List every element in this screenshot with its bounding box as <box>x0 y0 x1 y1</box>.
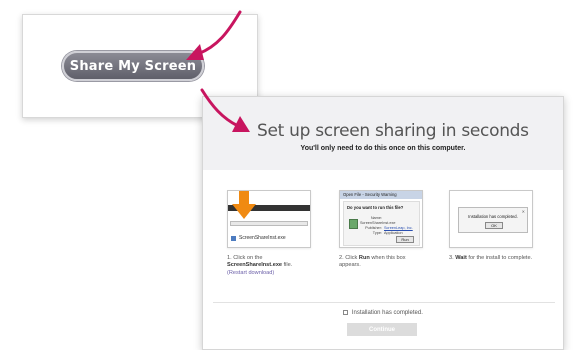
download-file-name: ScreenShareInst.exe <box>239 235 286 241</box>
ok-button: OK <box>485 222 503 229</box>
install-complete-message: Installation has completed. <box>468 214 518 219</box>
download-arrow-icon <box>232 191 256 219</box>
publisher-link: ScreenLeap, Inc. <box>384 226 413 230</box>
dialog-header: Set up screen sharing in seconds You'll … <box>203 97 563 170</box>
step-1-suffix: file. <box>283 262 293 269</box>
step-3-text: 3. Wait for the install to complete. <box>449 255 533 262</box>
step-3-suffix: for the install to complete. <box>468 255 533 261</box>
setup-dialog: Set up screen sharing in seconds You'll … <box>202 96 564 350</box>
install-complete-checkbox-label: Installation has completed. <box>351 310 423 316</box>
file-icon <box>231 236 236 241</box>
install-complete-checkbox[interactable] <box>343 310 349 315</box>
security-warning-titlebar: Open File - Security Warning <box>340 191 422 199</box>
file-details: Name:ScreenShareInst.exe Publisher: Scree… <box>360 216 419 236</box>
step-1-text: 1. Click on the ScreenShareInst.exe file… <box>227 255 311 277</box>
step-2-prefix: 2. Click <box>339 255 358 261</box>
step-2: Open File - Security Warning Do you want… <box>339 190 423 270</box>
restart-download-link[interactable]: (Restart download) <box>227 270 311 277</box>
run-button: Run <box>396 236 414 243</box>
dialog-title: Set up screen sharing in seconds <box>257 121 529 141</box>
install-complete-box: ✕ Installation has completed. OK <box>458 207 528 233</box>
step-3-bold: Wait <box>455 255 467 261</box>
detail-value: Application <box>384 231 403 235</box>
security-warning-body: Do you want to run this file? Name:Scree… <box>343 201 420 246</box>
step-2-text: 2. Click Run when this box appears. <box>339 255 423 270</box>
step-1-prefix: 1. Click on the <box>227 255 263 261</box>
application-icon <box>349 219 358 229</box>
continue-button[interactable]: Continue <box>347 323 417 336</box>
step-3-thumbnail: ✕ Installation has completed. OK <box>449 190 533 248</box>
download-bar <box>230 221 308 226</box>
step-3: ✕ Installation has completed. OK 3. Wait… <box>449 190 533 262</box>
detail-value: ScreenShareInst.exe <box>360 221 396 225</box>
step-2-bold: Run <box>358 255 370 261</box>
step-2-thumbnail: Open File - Security Warning Do you want… <box>339 190 423 248</box>
arrow-to-share-button-icon <box>186 10 242 60</box>
divider <box>213 302 555 303</box>
step-1: ScreenShareInst.exe 1. Click on the Scre… <box>227 190 311 277</box>
step-1-thumbnail: ScreenShareInst.exe <box>227 190 311 248</box>
download-file-item[interactable]: ScreenShareInst.exe <box>231 233 286 243</box>
security-warning-question: Do you want to run this file? <box>347 205 404 210</box>
install-complete-checkbox-row[interactable]: Installation has completed. <box>203 310 563 316</box>
arrow-to-dialog-icon <box>200 88 250 132</box>
detail-key: Type: <box>372 231 382 235</box>
step-1-filename: ScreenShareInst.exe <box>227 262 283 269</box>
dialog-subtitle: You'll only need to do this once on this… <box>300 145 466 152</box>
step-3-prefix: 3. <box>449 255 454 261</box>
